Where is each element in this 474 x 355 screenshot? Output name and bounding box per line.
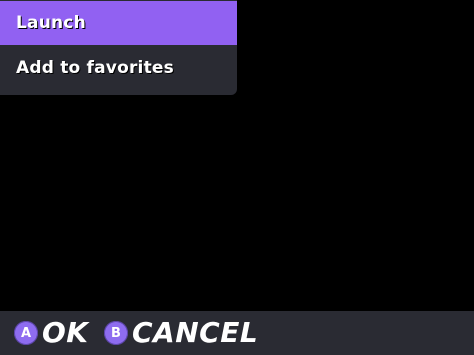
a-button-letter: A xyxy=(20,325,32,341)
ok-label: OK xyxy=(42,316,89,349)
context-menu: Launch Add to favorites xyxy=(0,0,237,95)
menu-item-label: Add to favorites xyxy=(16,58,174,78)
menu-item-add-to-favorites[interactable]: Add to favorites xyxy=(0,46,237,90)
menu-item-launch[interactable]: Launch xyxy=(0,1,237,45)
b-button-icon: B xyxy=(104,321,128,345)
ok-action[interactable]: A OK xyxy=(14,311,89,355)
button-hint-bar: A OK B CANCEL xyxy=(0,311,474,355)
a-button-icon: A xyxy=(14,321,38,345)
b-button-letter: B xyxy=(111,325,121,341)
menu-item-label: Launch xyxy=(16,13,86,33)
cancel-label: CANCEL xyxy=(132,316,259,349)
cancel-action[interactable]: B CANCEL xyxy=(104,311,258,355)
